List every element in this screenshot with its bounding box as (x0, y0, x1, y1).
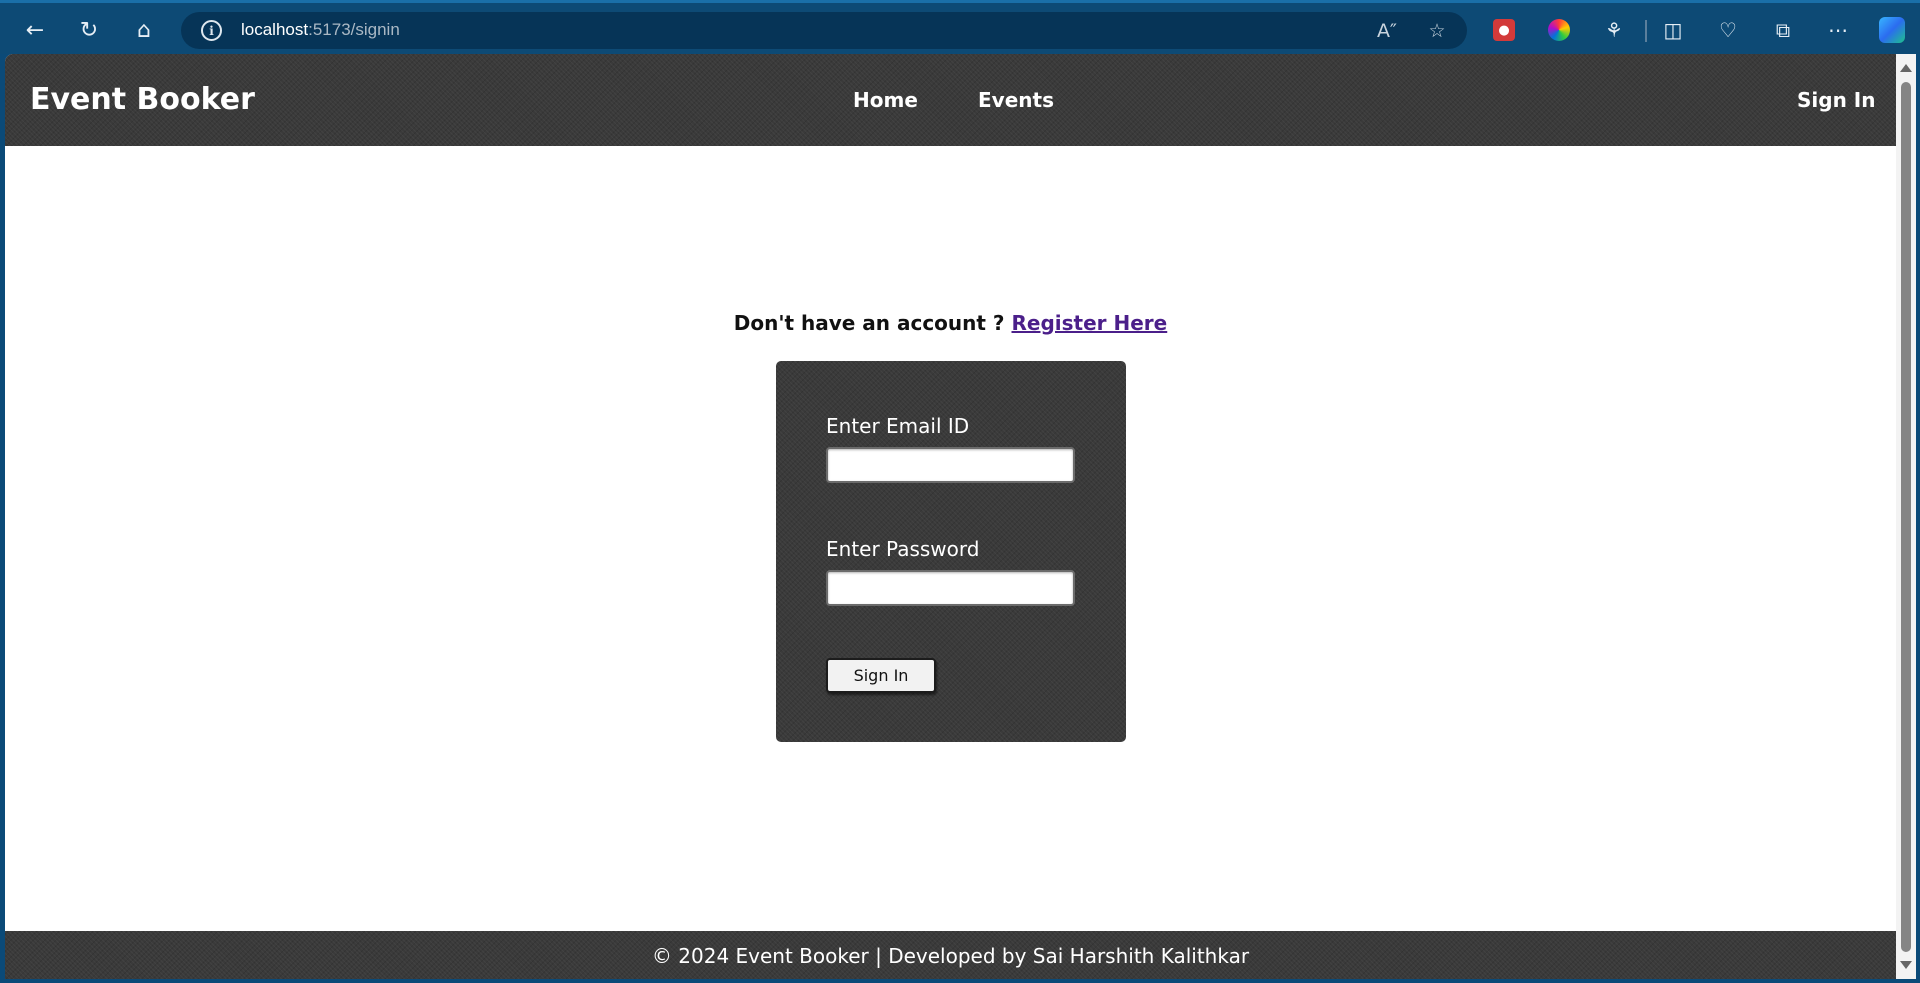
home-icon[interactable]: ⌂ (126, 12, 162, 48)
site-header: Event Booker Home Events Sign In (5, 54, 1896, 146)
footer-text: © 2024 Event Booker | Developed by Sai H… (651, 944, 1250, 968)
browser-toolbar: ← ↻ ⌂ i localhost:5173/signin A″ ☆ ● ⚘ ◫… (0, 0, 1920, 54)
page-scrollbar[interactable] (1896, 54, 1916, 979)
collections-icon[interactable]: ⧉ (1767, 14, 1799, 46)
read-aloud-icon[interactable]: A″ (1374, 18, 1400, 44)
password-label: Enter Password (826, 537, 980, 561)
page-viewport: Event Booker Home Events Sign In Don't h… (5, 54, 1896, 979)
address-bar[interactable]: i localhost:5173/signin A″ ☆ (181, 12, 1467, 49)
signin-form: Enter Email ID Enter Password Sign In (776, 361, 1126, 742)
split-screen-icon[interactable]: ◫ (1657, 14, 1689, 46)
toolbar-divider (1645, 20, 1647, 42)
nav-events-link[interactable]: Events (978, 88, 1054, 112)
address-url[interactable]: localhost:5173/signin (241, 20, 400, 40)
url-path: :5173/signin (308, 20, 400, 39)
site-info-icon[interactable]: i (201, 20, 222, 41)
signin-button[interactable]: Sign In (826, 658, 936, 693)
puzzle-icon[interactable]: ⚘ (1598, 14, 1630, 46)
register-prompt-text: Don't have an account ? (733, 311, 1005, 335)
scroll-down-arrow-icon[interactable] (1900, 961, 1912, 969)
email-field[interactable] (826, 447, 1075, 483)
browser-essentials-icon[interactable]: ♡ (1712, 14, 1744, 46)
refresh-icon[interactable]: ↻ (71, 12, 107, 48)
nav-home-link[interactable]: Home (853, 88, 918, 112)
register-prompt: Don't have an account ? Register Here (5, 311, 1896, 335)
back-arrow-icon[interactable]: ← (17, 12, 53, 48)
copilot-icon[interactable] (1876, 14, 1908, 46)
site-footer: © 2024 Event Booker | Developed by Sai H… (5, 931, 1896, 979)
nav-signin-link[interactable]: Sign In (1797, 88, 1875, 112)
site-logo[interactable]: Event Booker (30, 82, 255, 117)
email-label: Enter Email ID (826, 414, 970, 438)
extension-color-icon[interactable] (1543, 14, 1575, 46)
scroll-up-arrow-icon[interactable] (1900, 64, 1912, 72)
scrollbar-thumb[interactable] (1901, 82, 1911, 952)
star-icon[interactable]: ☆ (1424, 18, 1450, 44)
password-field[interactable] (826, 570, 1075, 606)
register-link[interactable]: Register Here (1012, 311, 1168, 335)
extension-red-icon[interactable]: ● (1488, 14, 1520, 46)
more-icon[interactable]: ⋯ (1822, 14, 1854, 46)
url-host: localhost (241, 20, 309, 39)
